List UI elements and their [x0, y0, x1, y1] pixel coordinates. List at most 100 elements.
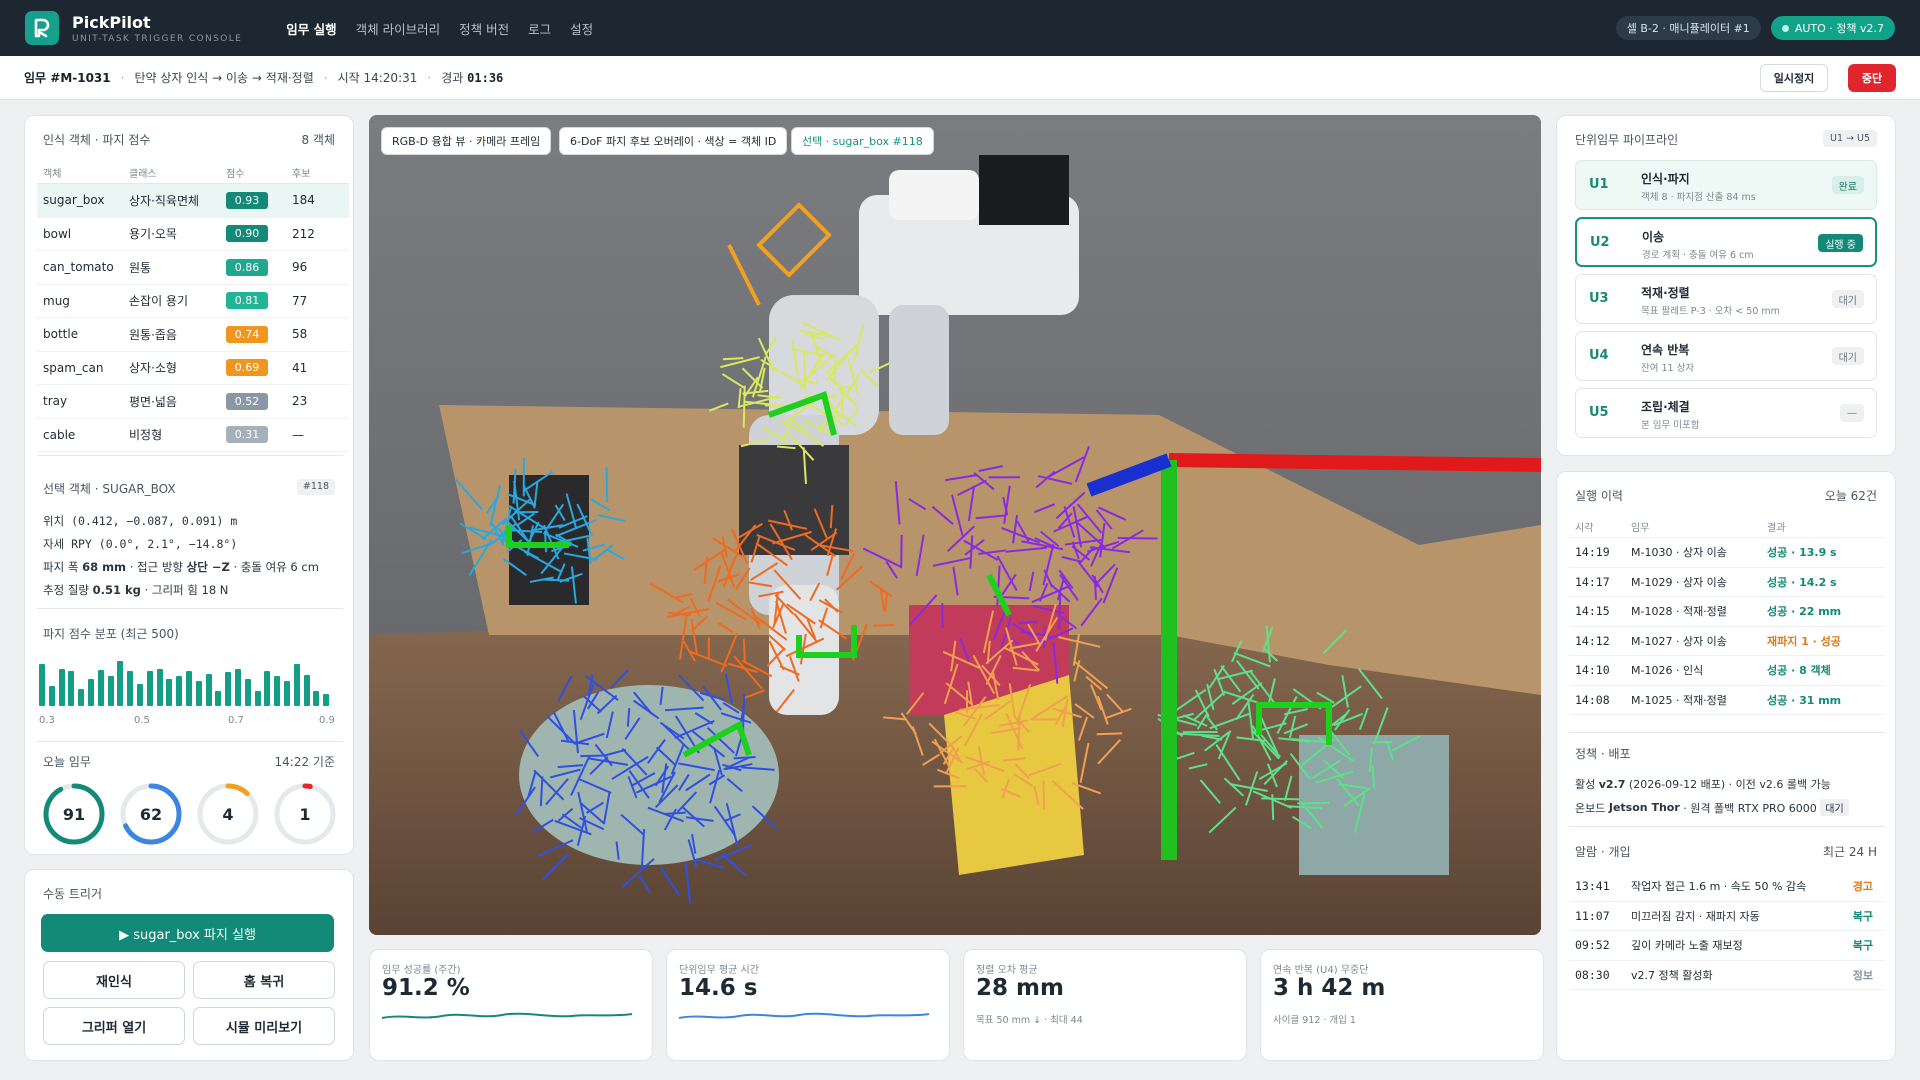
hist-bar	[225, 672, 232, 706]
object-candidates: 23	[292, 394, 308, 409]
hist-bar	[39, 663, 45, 706]
history-header: 시각 임무 결과	[1569, 516, 1885, 538]
cell-selector[interactable]: 셀 B-2 · 매니퓰레이터 #1	[1615, 16, 1761, 40]
pipeline-step-u2[interactable]: U2 이송 경로 계획 · 충돌 여유 6 cm 실행 중	[1575, 217, 1877, 267]
col-task: 임무	[1631, 523, 1650, 534]
step-id: U3	[1589, 291, 1609, 306]
hist-tick: 0.7	[228, 715, 244, 726]
col-class: 클래스	[129, 169, 157, 180]
hist-bar	[264, 671, 271, 706]
grasp-candidate-line	[840, 391, 844, 412]
object-name: bottle	[43, 327, 79, 342]
history-row[interactable]: 14:12 M-1027 · 상자 이송 재파지 1 · 성공	[1569, 627, 1885, 656]
pipeline-step-u5[interactable]: U5 조립·체결 본 임무 미포함 —	[1575, 388, 1877, 438]
object-row[interactable]: tray 평면·넓음 0.52 23	[37, 385, 349, 419]
hist-bar	[127, 671, 134, 706]
hist-bar	[186, 671, 192, 706]
objects-table: 객체 클래스 점수 후보 sugar_box 상자·직육면체 0.93 184 b…	[37, 162, 349, 452]
policy-line-onboard: 온보드 Jetson Thor · 원격 폴백 RTX PRO 6000 대기	[1575, 799, 1849, 816]
stop-button[interactable]: 중단	[1848, 64, 1896, 92]
object-row[interactable]: cable 비정형 0.31 —	[37, 419, 349, 452]
pipeline-step-u1[interactable]: U1 인식·파지 객체 8 · 파지점 산출 84 ms 완료	[1575, 160, 1877, 210]
hist-bar	[235, 668, 241, 706]
history-result: 성공 · 8 객체	[1767, 664, 1831, 678]
sim-preview-button[interactable]: 시뮬 미리보기	[193, 1007, 335, 1045]
hist-bar	[146, 671, 153, 706]
object-candidates: 58	[292, 327, 308, 342]
task-elapsed-label: 경과	[441, 71, 464, 85]
grasp-candidate-line	[872, 623, 895, 627]
grasp-candidate-line	[1271, 794, 1275, 820]
col-candidates: 후보	[292, 169, 311, 180]
alert-message: 미끄러짐 감지 · 재파지 자동	[1631, 909, 1760, 923]
alert-row[interactable]: 13:41 작업자 접근 1.6 m · 속도 50 % 감속 경고	[1569, 872, 1885, 902]
fallback-detail: · 원격 폴백 RTX PRO 6000	[1683, 801, 1817, 815]
task-elapsed: 01:36	[467, 70, 504, 85]
alert-row[interactable]: 11:07 미끄러짐 감지 · 재파지 자동 복구	[1569, 902, 1885, 931]
hist-tick: 0.3	[39, 715, 55, 726]
step-id: U4	[1589, 348, 1609, 363]
home-return-button[interactable]: 홈 복귀	[193, 961, 335, 999]
step-title: 적재·정렬	[1641, 286, 1690, 300]
mode-badge[interactable]: AUTO · 정책 v2.7	[1770, 16, 1895, 40]
pause-button[interactable]: 일시정지	[1760, 64, 1828, 92]
pipeline-step-u3[interactable]: U3 적재·정렬 목표 팔레트 P-3 · 오차 < 50 mm 대기	[1575, 274, 1877, 324]
selection-tag[interactable]: 선택 · sugar_box #118	[791, 127, 934, 155]
nav-settings[interactable]: 설정	[570, 19, 593, 38]
redetect-button[interactable]: 재인식	[43, 961, 185, 999]
scene-render	[369, 115, 1541, 935]
step-status-badge: 대기	[1831, 347, 1864, 365]
open-gripper-button[interactable]: 그리퍼 열기	[43, 1007, 185, 1045]
run-grasp-button[interactable]: ▶ sugar_box 파지 실행	[41, 914, 334, 952]
today-ring-value: 1	[299, 804, 311, 824]
history-row[interactable]: 14:15 M-1028 · 적재·정렬 성공 · 22 mm	[1569, 597, 1885, 627]
selected-grip: 파지 폭 68 mm · 접근 방향 상단 −Z · 충돌 여유 6 cm	[43, 555, 339, 578]
history-result: 성공 · 14.2 s	[1767, 575, 1837, 589]
alert-row[interactable]: 09:52 깊이 카메라 노출 재보정 복구	[1569, 931, 1885, 961]
object-class: 원통·좁음	[129, 327, 177, 342]
objects-count: 8 객체	[301, 133, 335, 147]
kpi-sparkline	[382, 1012, 632, 1019]
object-row[interactable]: can_tomato 원통 0.86 96	[37, 251, 349, 285]
history-row[interactable]: 14:10 M-1026 · 인식 성공 · 8 객체	[1569, 656, 1885, 686]
mode-label: AUTO · 정책 v2.7	[1794, 22, 1884, 35]
nav-object-library[interactable]: 객체 라이브러리	[356, 19, 440, 38]
hist-tick: 0.9	[319, 715, 335, 726]
view-mode-tag[interactable]: RGB-D 융합 뷰 · 카메라 프레임	[381, 127, 552, 155]
col-score: 점수	[226, 169, 245, 180]
today-ring-value: 91	[62, 804, 86, 824]
alerts-range: 최근 24 H	[1822, 845, 1877, 859]
object-row[interactable]: sugar_box 상자·직육면체 0.93 184	[37, 184, 349, 218]
rgbd-viewport[interactable]: RGB-D 융합 뷰 · 카메라 프레임 6-DoF 파지 후보 오버레이 · …	[369, 115, 1541, 935]
hist-bar	[88, 678, 94, 706]
grip-width-value: 68 mm	[82, 559, 127, 574]
task-desc: 탄약 상자 인식 → 이송 → 적재·정렬	[134, 71, 314, 85]
hist-bar	[137, 683, 143, 706]
grasp-candidate-line	[605, 467, 609, 502]
history-row[interactable]: 14:08 M-1025 · 적재·정렬 성공 · 31 mm	[1569, 686, 1885, 715]
nav-mission-run[interactable]: 임무 실행	[286, 19, 336, 38]
history-task: M-1027 · 상자 이송	[1631, 634, 1727, 648]
grasp-candidate-line	[742, 638, 746, 662]
history-row[interactable]: 14:19 M-1030 · 상자 이송 성공 · 13.9 s	[1569, 538, 1885, 568]
object-row[interactable]: bottle 원통·좁음 0.74 58	[37, 318, 349, 352]
kpi-sub: 사이클 912 · 개입 1	[1273, 1015, 1356, 1026]
alert-time: 09:52	[1575, 938, 1610, 953]
nav-policy-version[interactable]: 정책 버전	[459, 19, 509, 38]
pipeline-card: 단위임무 파이프라인 U1 → U5 U1 인식·파지 객체 8 · 파지점 산…	[1556, 115, 1896, 456]
collision-margin: · 충돌 여유 6 cm	[233, 559, 319, 574]
object-row[interactable]: mug 손잡이 용기 0.81 77	[37, 285, 349, 318]
hist-bar	[215, 691, 222, 706]
object-score-badge: 0.31	[226, 426, 268, 444]
object-row[interactable]: spam_can 상자·소형 0.69 41	[37, 352, 349, 385]
nav-logs[interactable]: 로그	[528, 19, 551, 38]
overlay-tag[interactable]: 6-DoF 파지 후보 오버레이 · 색상 = 객체 ID	[559, 127, 788, 155]
alert-row[interactable]: 08:30 v2.7 정책 활성화 정보	[1569, 961, 1885, 990]
grip-width-label: 파지 폭	[43, 559, 79, 574]
object-row[interactable]: bowl 용기·오목 0.90 212	[37, 218, 349, 251]
pipeline-step-u4[interactable]: U4 연속 반복 잔여 11 상자 대기	[1575, 331, 1877, 381]
hist-title: 파지 점수 분포 (최근 500)	[43, 627, 179, 641]
history-row[interactable]: 14:17 M-1029 · 상자 이송 성공 · 14.2 s	[1569, 568, 1885, 597]
app-logo-icon	[25, 11, 59, 45]
kpi-label: 연속 반복 (U4) 무중단	[1273, 965, 1369, 976]
